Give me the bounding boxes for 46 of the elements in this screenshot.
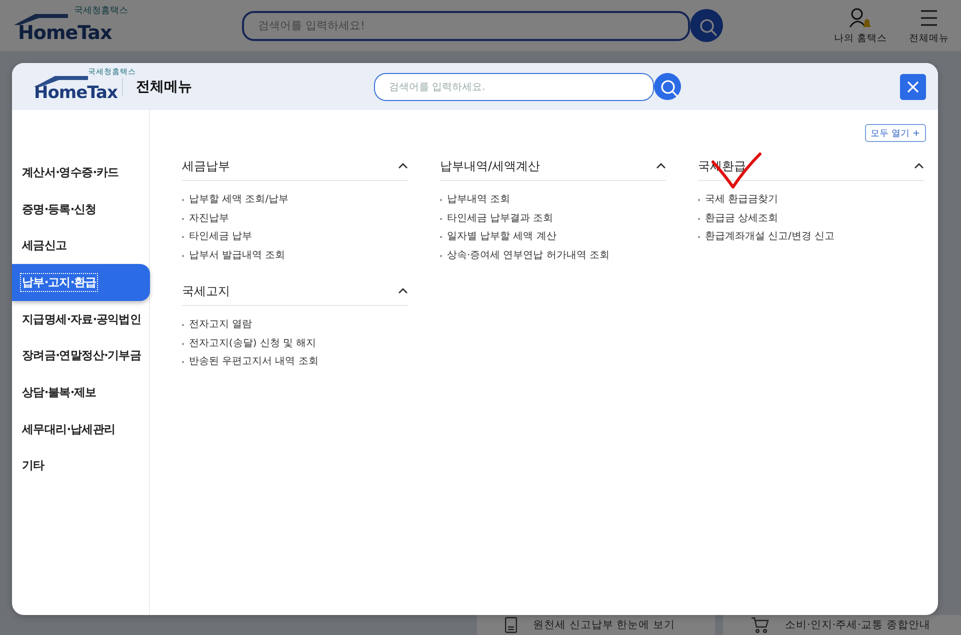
- menu-link[interactable]: 국세 환급금찾기: [705, 191, 778, 210]
- menu-link[interactable]: 타인세금 납부결과 조회: [447, 210, 554, 228]
- search-button[interactable]: [654, 73, 681, 100]
- close-button[interactable]: [900, 74, 926, 100]
- expand-all-button[interactable]: 모두 열기 +: [864, 124, 926, 142]
- sidebar-item[interactable]: 세금신고: [12, 227, 150, 264]
- sidebar-item[interactable]: 지급명세·자료·공익법인: [12, 300, 150, 338]
- menu-link[interactable]: 타인세금 납부: [189, 228, 252, 246]
- house-roof-icon: [32, 74, 90, 88]
- menu-link[interactable]: 납부내역 조회: [447, 191, 510, 210]
- info-card[interactable]: 소비·인지·주세·교통 종합안내: [723, 615, 961, 635]
- menu-link[interactable]: 환급금 상세조회: [705, 210, 778, 228]
- menu-link[interactable]: 상속·증여세 연부연납 허가내역 조회: [447, 246, 610, 265]
- menu-link[interactable]: 전자고지(송달) 신청 및 해지: [189, 334, 316, 353]
- house-roof-icon: [12, 12, 70, 26]
- menu-group-header[interactable]: 납부내역/세액계산: [440, 152, 666, 181]
- sidebar-item[interactable]: 납부·고지·환급: [12, 264, 150, 301]
- user-bell-icon: [848, 6, 872, 28]
- menu-link[interactable]: 전자고지 열람: [189, 316, 252, 334]
- sidebar-item[interactable]: 장려금·연말정산·기부금: [12, 337, 150, 374]
- sidebar-item[interactable]: 기타: [12, 448, 150, 484]
- menu-link[interactable]: 납부서 발급내역 조회: [189, 246, 286, 265]
- menu-link[interactable]: 납부할 세액 조회/납부: [189, 191, 289, 210]
- logo-subtitle: 국세청홈택스: [74, 4, 128, 16]
- all-menu-button[interactable]: 전체메뉴: [909, 6, 949, 44]
- sidebar-item[interactable]: 상담·불복·제보: [12, 374, 150, 411]
- menu-link[interactable]: 자진납부: [189, 210, 229, 228]
- menu-group-header[interactable]: 국세고지: [182, 277, 408, 306]
- sidebar-item[interactable]: 계산서·영수증·카드: [12, 154, 150, 191]
- card-description: 원천세 신고납부 한눈에 보기: [533, 618, 676, 632]
- menu-group-header[interactable]: 세금납부: [182, 152, 408, 181]
- info-card[interactable]: 원천세 신고납부 한눈에 보기: [477, 615, 715, 635]
- close-icon: [906, 80, 920, 94]
- logo-text[interactable]: HomeTax: [34, 82, 118, 102]
- card-description: 소비·인지·주세·교통 종합안내: [785, 618, 930, 632]
- menu-link[interactable]: 반송된 우편고지서 내역 조회: [189, 353, 318, 372]
- logo-text[interactable]: HomeTax: [18, 22, 112, 44]
- panel-title: 전체메뉴: [136, 78, 192, 96]
- menu-link[interactable]: 일자별 납부할 세액 계산: [447, 228, 556, 246]
- menu-link[interactable]: 환급계좌개설 신고/변경 신고: [705, 228, 835, 246]
- document-icon: [505, 617, 517, 633]
- sidebar-item[interactable]: 증명·등록·신청: [12, 190, 150, 228]
- cart-icon: [751, 617, 769, 633]
- sidebar-item[interactable]: 세무대리·납세관리: [12, 410, 150, 448]
- my-hometax-button[interactable]: 나의 홈택스: [834, 6, 887, 44]
- search-button[interactable]: [690, 9, 723, 42]
